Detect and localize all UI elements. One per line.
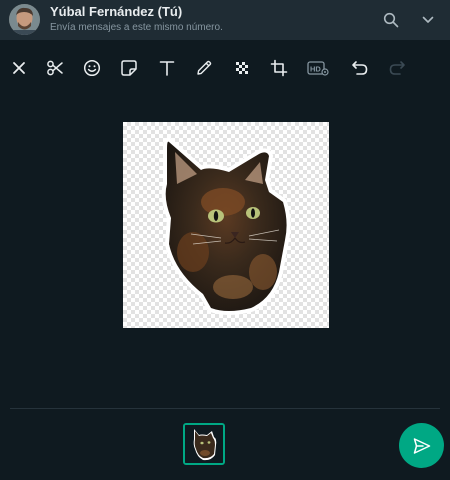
avatar[interactable] — [9, 4, 40, 35]
scissors-icon[interactable] — [44, 57, 66, 79]
undo-icon[interactable] — [349, 57, 371, 79]
chat-subtitle: Envía mensajes a este mismo número. — [50, 22, 223, 33]
crop-icon[interactable] — [268, 57, 290, 79]
sticker-icon[interactable] — [118, 57, 140, 79]
pen-icon[interactable] — [193, 57, 215, 79]
chat-title-block[interactable]: Yúbal Fernández (Tú) Envía mensajes a es… — [50, 4, 223, 35]
text-icon[interactable] — [156, 57, 178, 79]
hd-icon[interactable]: HD — [307, 57, 329, 79]
image-canvas[interactable] — [123, 122, 329, 328]
redo-icon[interactable] — [386, 57, 408, 79]
svg-text:HD: HD — [310, 65, 321, 74]
chat-header: Yúbal Fernández (Tú) Envía mensajes a es… — [0, 0, 450, 40]
blur-icon[interactable] — [231, 57, 253, 79]
editor-toolbar: HD — [0, 48, 450, 88]
search-icon[interactable] — [380, 9, 402, 31]
send-icon — [413, 437, 430, 454]
chat-name: Yúbal Fernández (Tú) — [50, 4, 183, 19]
bottom-divider — [10, 408, 440, 409]
media-thumbnail[interactable] — [183, 423, 225, 465]
emoji-icon[interactable] — [81, 57, 103, 79]
chevron-down-icon[interactable] — [417, 9, 439, 31]
close-icon[interactable] — [8, 57, 30, 79]
sticker-cat — [161, 137, 291, 315]
send-button[interactable] — [399, 423, 444, 468]
